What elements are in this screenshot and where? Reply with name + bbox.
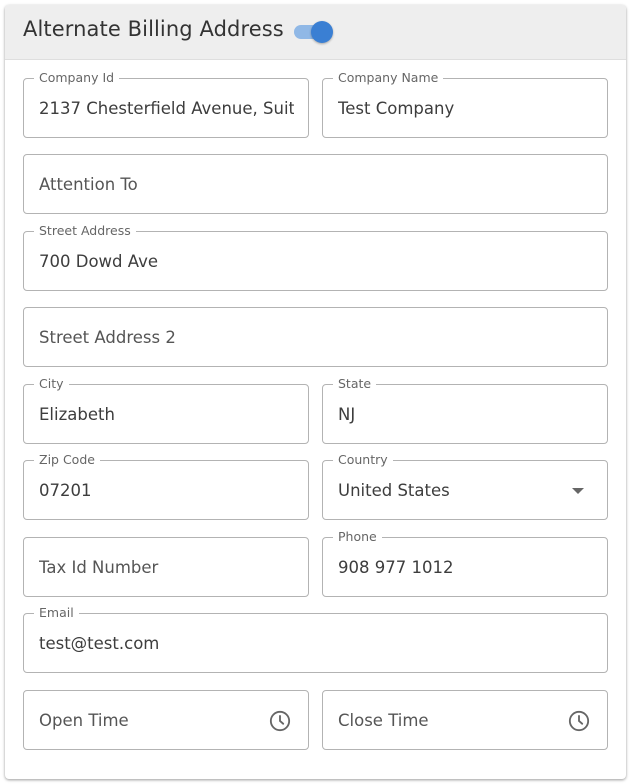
city-field[interactable]: City Elizabeth xyxy=(23,376,309,444)
open-time-field[interactable]: Open Time xyxy=(23,690,309,750)
toggle-thumb xyxy=(311,21,333,43)
company-name-value: Test Company xyxy=(338,99,455,118)
attention-to-placeholder: Attention To xyxy=(39,175,138,194)
state-value: NJ xyxy=(338,405,356,424)
company-id-field[interactable]: Company Id 2137 Chesterfield Avenue, Sui… xyxy=(23,70,309,138)
phone-value: 908 977 1012 xyxy=(338,558,454,577)
close-time-field[interactable]: Close Time xyxy=(322,690,608,750)
company-name-field[interactable]: Company Name Test Company xyxy=(322,70,608,138)
caret-down-icon[interactable] xyxy=(572,488,584,494)
email-value: test@test.com xyxy=(39,634,160,653)
alternate-billing-address-card: Alternate Billing Address Company Id 213… xyxy=(5,5,626,779)
tax-id-placeholder: Tax Id Number xyxy=(39,558,159,577)
zip-code-value: 07201 xyxy=(39,481,92,500)
card-title: Alternate Billing Address xyxy=(23,17,284,41)
street-address-2-placeholder: Street Address 2 xyxy=(39,328,176,347)
company-id-value: 2137 Chesterfield Avenue, Suite xyxy=(39,99,294,118)
zip-code-field[interactable]: Zip Code 07201 xyxy=(23,452,309,520)
clock-icon[interactable] xyxy=(269,710,291,732)
street-address-field[interactable]: Street Address 700 Dowd Ave xyxy=(23,223,608,291)
tax-id-field[interactable]: Tax Id Number xyxy=(23,537,309,597)
close-time-placeholder: Close Time xyxy=(338,711,429,730)
street-address-value: 700 Dowd Ave xyxy=(39,252,158,271)
state-field[interactable]: State NJ xyxy=(322,376,608,444)
street-address-2-field[interactable]: Street Address 2 xyxy=(23,307,608,367)
alternate-billing-toggle[interactable] xyxy=(293,20,337,44)
open-time-placeholder: Open Time xyxy=(39,711,129,730)
city-value: Elizabeth xyxy=(39,405,115,424)
country-value: United States xyxy=(338,481,450,500)
phone-field[interactable]: Phone 908 977 1012 xyxy=(322,529,608,597)
attention-to-field[interactable]: Attention To xyxy=(23,154,608,214)
clock-icon[interactable] xyxy=(568,710,590,732)
card-header: Alternate Billing Address xyxy=(5,5,626,60)
country-select[interactable]: Country United States xyxy=(322,452,608,520)
email-field[interactable]: Email test@test.com xyxy=(23,605,608,673)
